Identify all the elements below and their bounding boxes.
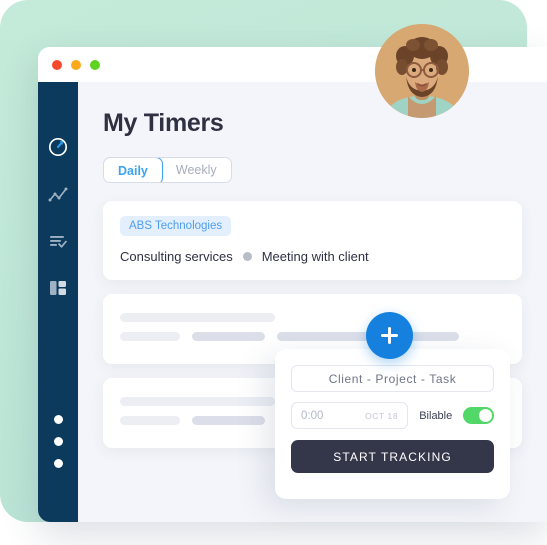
tab-weekly[interactable]: Weekly bbox=[161, 158, 231, 182]
maximize-icon[interactable] bbox=[90, 59, 100, 70]
skeleton-bar bbox=[120, 397, 275, 406]
sidebar bbox=[38, 82, 78, 522]
avatar[interactable] bbox=[375, 24, 469, 118]
skeleton-bar bbox=[120, 332, 180, 341]
sidebar-item-dashboard[interactable] bbox=[45, 277, 71, 303]
sidebar-item-timer[interactable] bbox=[45, 135, 71, 161]
service-label: Consulting services bbox=[120, 249, 233, 264]
billable-label: Bilable bbox=[419, 409, 453, 422]
screenshot-stage: My Timers Daily Weekly ABS Technologies … bbox=[0, 0, 547, 545]
dashboard-grid-icon bbox=[47, 277, 69, 304]
toggle-knob bbox=[479, 409, 492, 422]
skeleton-bar bbox=[192, 332, 265, 341]
client-project-task-input[interactable]: Client - Project - Task bbox=[291, 365, 494, 392]
tab-daily[interactable]: Daily bbox=[103, 158, 163, 182]
period-tabs: Daily Weekly bbox=[103, 157, 232, 183]
billable-toggle[interactable] bbox=[463, 407, 494, 424]
new-timer-popup: Client - Project - Task 0:00 OCT 18 Bila… bbox=[275, 349, 510, 499]
task-label: Meeting with client bbox=[261, 249, 369, 264]
page-title: My Timers bbox=[103, 109, 224, 137]
checklist-icon bbox=[47, 231, 69, 258]
window-titlebar bbox=[38, 47, 547, 82]
start-tracking-button[interactable]: START TRACKING bbox=[291, 440, 494, 473]
duration-value: 0:00 bbox=[301, 409, 324, 422]
analytics-icon bbox=[47, 185, 69, 212]
sidebar-dot-3[interactable] bbox=[53, 459, 63, 468]
sidebar-avatar-dots bbox=[53, 415, 63, 468]
sidebar-dot-2[interactable] bbox=[53, 437, 63, 446]
client-tag[interactable]: ABS Technologies bbox=[120, 216, 232, 236]
sidebar-item-tasks[interactable] bbox=[45, 231, 71, 257]
close-icon[interactable] bbox=[52, 59, 62, 70]
duration-input[interactable]: 0:00 OCT 18 bbox=[291, 402, 409, 429]
date-label: OCT 18 bbox=[365, 410, 399, 421]
sidebar-dot-1[interactable] bbox=[53, 415, 63, 424]
skeleton-bar bbox=[120, 416, 180, 425]
minimize-icon[interactable] bbox=[71, 59, 81, 70]
skeleton-bar bbox=[120, 313, 275, 322]
timer-icon bbox=[46, 134, 70, 163]
duration-billable-row: 0:00 OCT 18 Bilable bbox=[291, 402, 494, 429]
plus-icon bbox=[388, 327, 391, 344]
add-timer-button[interactable] bbox=[366, 312, 413, 359]
avatar-photo bbox=[375, 24, 469, 118]
skeleton-bar bbox=[192, 416, 265, 425]
skeleton-bar-row bbox=[120, 332, 505, 341]
separator-dot-icon bbox=[242, 252, 252, 261]
timer-card-detail: Consulting services Meeting with client bbox=[120, 249, 505, 264]
timer-card[interactable]: ABS Technologies Consulting services Mee… bbox=[103, 201, 522, 280]
sidebar-item-reports[interactable] bbox=[45, 185, 71, 211]
